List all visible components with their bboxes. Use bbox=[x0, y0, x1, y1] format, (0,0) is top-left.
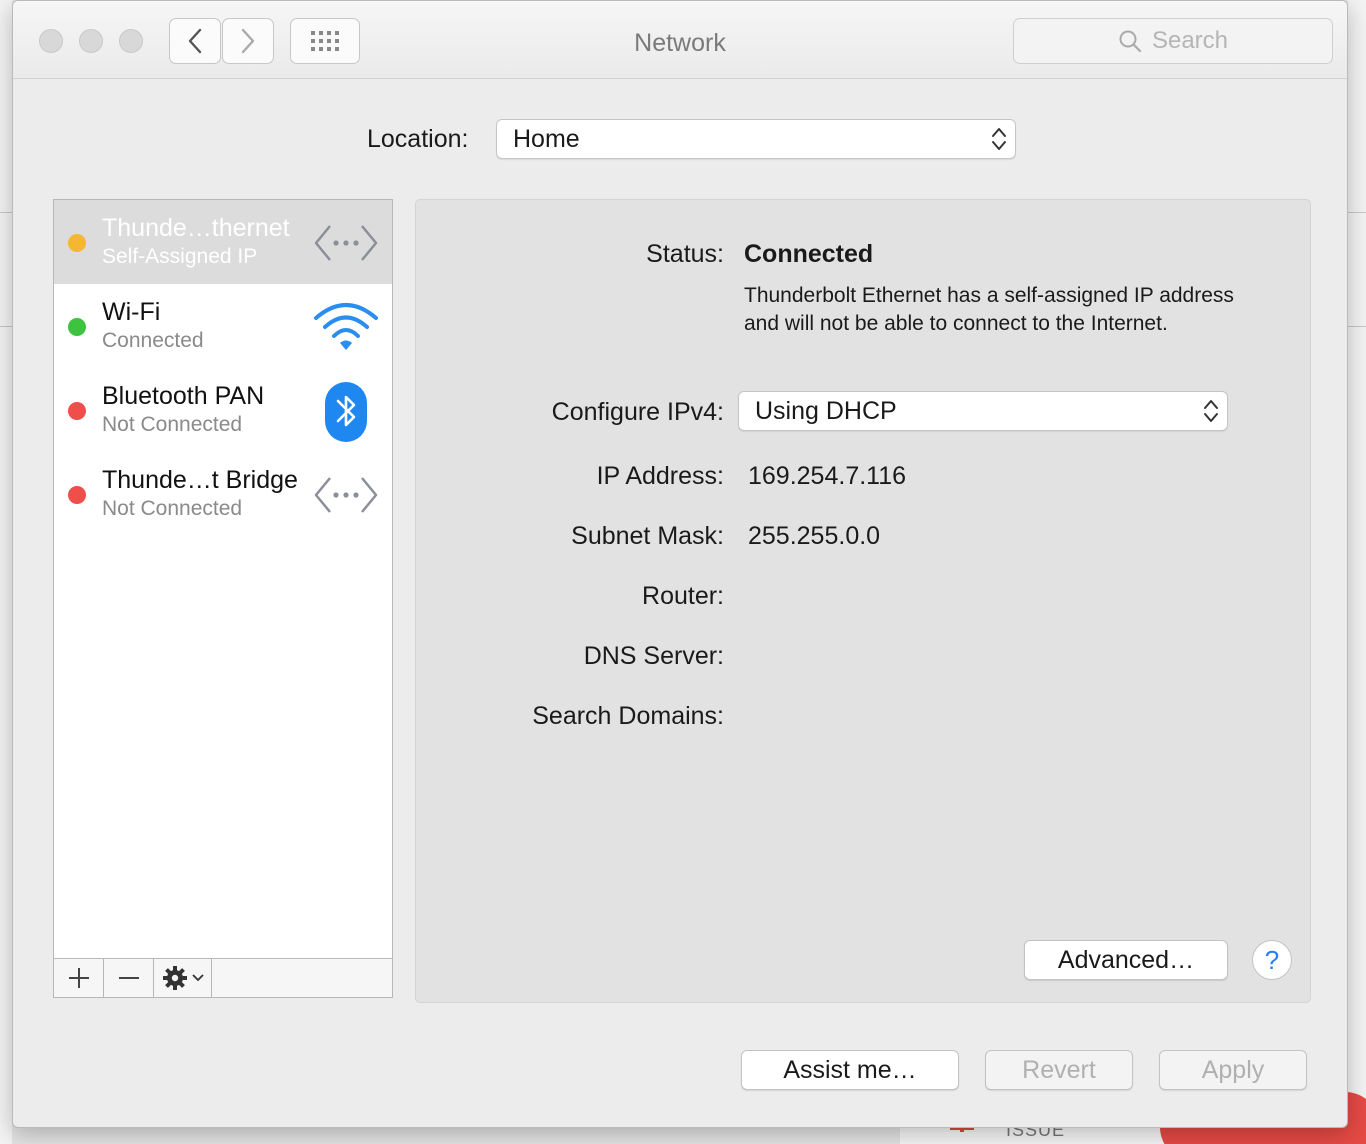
gear-icon bbox=[162, 966, 187, 990]
service-status: Connected bbox=[102, 329, 204, 352]
status-label: Status: bbox=[646, 240, 724, 268]
network-preferences-window: Network Search Location: Home Thunde…the… bbox=[12, 0, 1348, 1128]
status-dot-red bbox=[68, 486, 86, 504]
ip-address-label: IP Address: bbox=[596, 462, 724, 490]
status-dot-green bbox=[68, 318, 86, 336]
add-service-button[interactable] bbox=[54, 959, 104, 997]
chevron-down-icon bbox=[191, 974, 204, 982]
service-actions-button[interactable] bbox=[154, 959, 212, 997]
location-label: Location: bbox=[367, 125, 469, 153]
revert-button[interactable]: Revert bbox=[985, 1050, 1133, 1090]
plus-icon bbox=[68, 968, 89, 988]
configure-ipv4-label: Configure IPv4: bbox=[551, 398, 724, 426]
location-value: Home bbox=[513, 124, 580, 153]
status-description: Thunderbolt Ethernet has a self-assigned… bbox=[744, 284, 1234, 335]
help-button[interactable]: ? bbox=[1252, 940, 1292, 980]
configure-ipv4-value: Using DHCP bbox=[755, 396, 897, 425]
assist-me-button[interactable]: Assist me… bbox=[741, 1050, 959, 1090]
service-name: Bluetooth PAN bbox=[102, 382, 265, 410]
ethernet-arrows-icon bbox=[314, 477, 378, 513]
search-placeholder: Search bbox=[1151, 27, 1229, 54]
ip-address-value: 169.254.7.116 bbox=[748, 462, 907, 490]
background-divider bbox=[0, 326, 12, 327]
status-dot-yellow bbox=[68, 234, 86, 252]
apply-button[interactable]: Apply bbox=[1159, 1050, 1307, 1090]
updown-arrows-icon bbox=[1204, 400, 1218, 422]
search-domains-label: Search Domains: bbox=[532, 702, 724, 730]
subnet-mask-label: Subnet Mask: bbox=[571, 522, 724, 550]
minus-icon bbox=[118, 977, 139, 979]
service-list-toolbar bbox=[53, 958, 393, 998]
search-field[interactable]: Search bbox=[1013, 18, 1333, 64]
service-status: Not Connected bbox=[102, 413, 243, 436]
dns-server-label: DNS Server: bbox=[583, 642, 724, 670]
service-status: Self-Assigned IP bbox=[102, 245, 258, 268]
configure-ipv4-popup[interactable]: Using DHCP bbox=[738, 391, 1228, 431]
status-value: Connected bbox=[744, 240, 874, 268]
search-icon bbox=[1119, 30, 1142, 53]
service-item-bluetooth-pan[interactable]: Bluetooth PAN Not Connected bbox=[54, 368, 392, 452]
status-dot-red bbox=[68, 402, 86, 420]
service-item-thunderbolt-ethernet[interactable]: Thunde…thernet Self-Assigned IP bbox=[54, 200, 392, 284]
title-bar: Network Search bbox=[13, 1, 1347, 79]
service-status: Not Connected bbox=[102, 497, 243, 520]
router-label: Router: bbox=[642, 582, 724, 610]
ethernet-arrows-icon bbox=[314, 225, 378, 261]
updown-arrows-icon bbox=[992, 128, 1006, 150]
background-divider bbox=[1348, 326, 1366, 327]
service-name: Thunde…t Bridge bbox=[102, 466, 298, 494]
wifi-icon bbox=[314, 303, 378, 350]
service-name: Wi-Fi bbox=[102, 298, 161, 326]
remove-service-button[interactable] bbox=[104, 959, 154, 997]
advanced-button[interactable]: Advanced… bbox=[1024, 940, 1228, 980]
background-window-right bbox=[1348, 0, 1366, 1144]
subnet-mask-value: 255.255.0.0 bbox=[748, 522, 881, 550]
background-window-left bbox=[0, 0, 12, 1144]
service-list: Thunde…thernet Self-Assigned IP Wi-Fi Co… bbox=[53, 199, 393, 959]
service-item-thunderbolt-bridge[interactable]: Thunde…t Bridge Not Connected bbox=[54, 452, 392, 536]
service-item-wifi[interactable]: Wi-Fi Connected bbox=[54, 284, 392, 368]
details-panel: Status: Connected Thunderbolt Ethernet h… bbox=[415, 199, 1311, 1003]
location-popup[interactable]: Home bbox=[496, 119, 1016, 159]
background-divider bbox=[0, 212, 12, 213]
service-name: Thunde…thernet bbox=[102, 214, 290, 242]
background-divider bbox=[1348, 212, 1366, 213]
bluetooth-icon bbox=[325, 382, 367, 442]
